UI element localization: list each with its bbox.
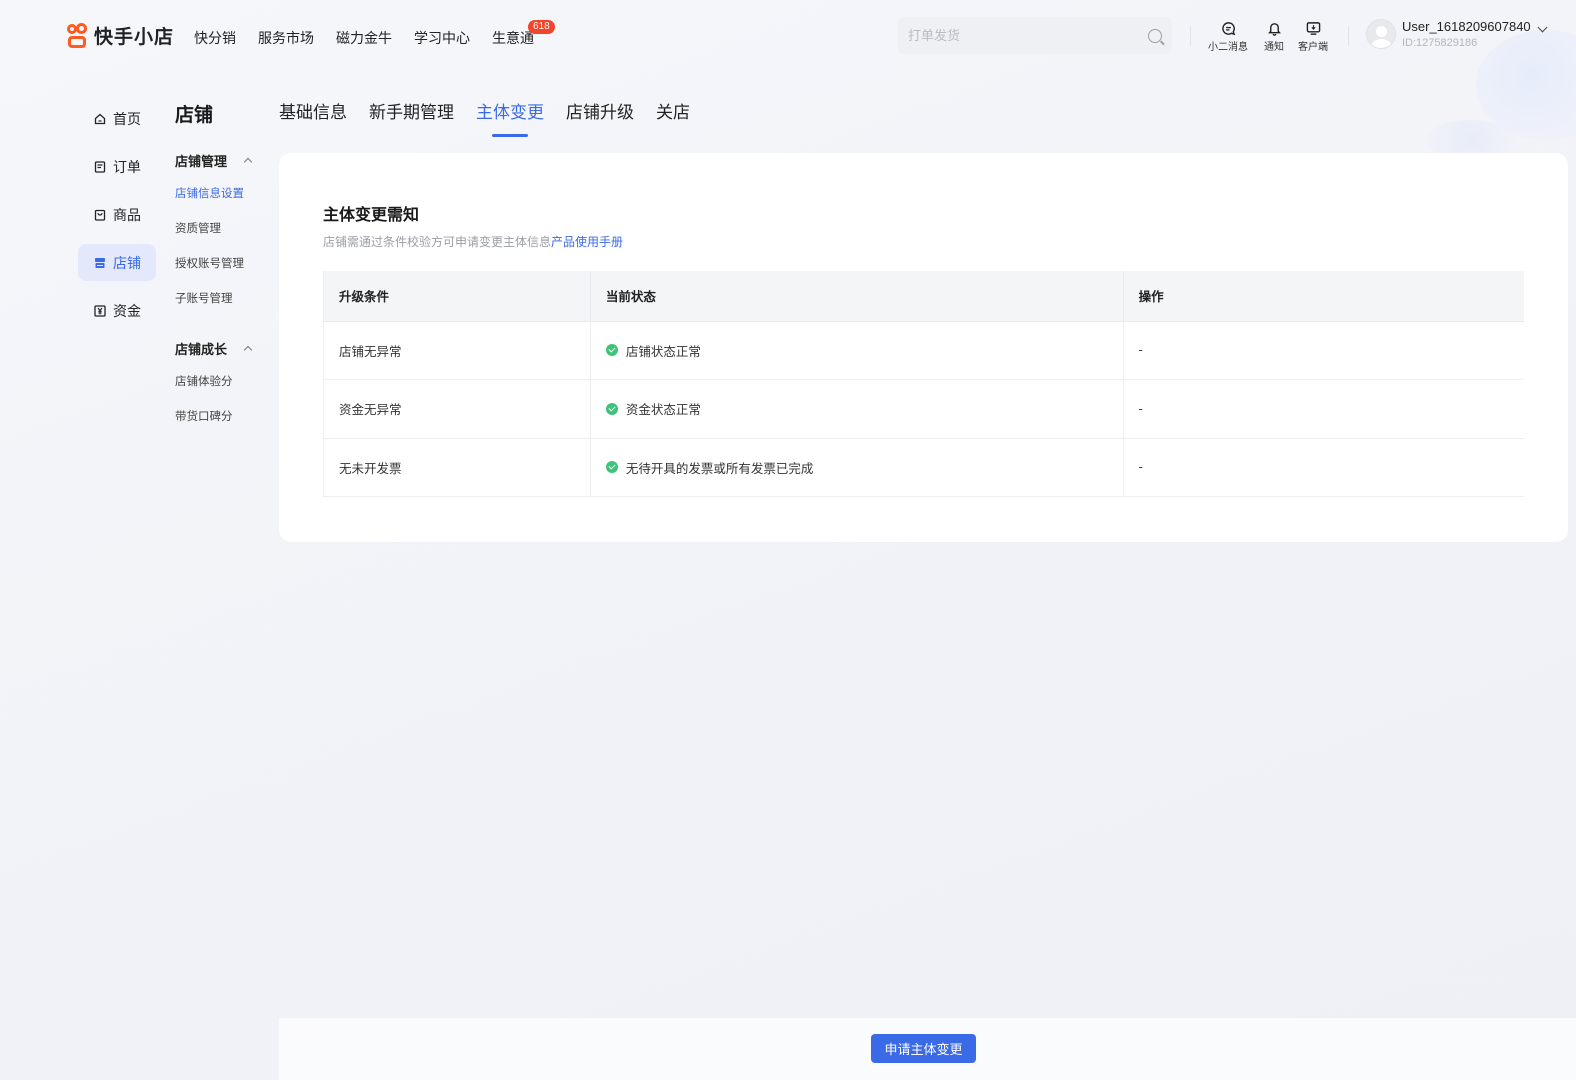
bell-icon bbox=[1266, 20, 1282, 36]
subnav-item-experience-score[interactable]: 店铺体验分 bbox=[175, 373, 275, 389]
user-name: User_1618209607840 bbox=[1402, 19, 1531, 34]
status-cell: 店铺状态正常 bbox=[590, 321, 1124, 380]
brand-logo[interactable]: 快手小店 bbox=[66, 22, 174, 49]
topnav-item-fenxiao[interactable]: 快分销 bbox=[194, 28, 236, 48]
topnav-item-cili-jinniu[interactable]: 磁力金牛 bbox=[336, 28, 392, 48]
primary-sidebar: 首页 订单 商品 店铺 资金 bbox=[78, 100, 156, 340]
condition-cell: 店铺无异常 bbox=[323, 321, 591, 380]
header-divider bbox=[1348, 26, 1349, 46]
action-cell: - bbox=[1123, 438, 1524, 497]
check-circle-icon bbox=[605, 402, 618, 415]
check-circle-icon bbox=[605, 344, 618, 357]
order-icon bbox=[94, 160, 106, 173]
bag-icon bbox=[94, 209, 106, 221]
notification-button[interactable]: 通知 bbox=[1264, 20, 1284, 53]
column-header: 当前状态 bbox=[590, 271, 1124, 322]
sidebar-item-label: 商品 bbox=[113, 206, 141, 223]
subnav-item-qualification-management[interactable]: 资质管理 bbox=[175, 220, 275, 236]
status-text: 店铺状态正常 bbox=[625, 344, 701, 359]
sidebar-item-funds[interactable]: 资金 bbox=[78, 292, 156, 329]
status-text: 资金状态正常 bbox=[625, 403, 701, 418]
topnav-item-label: 生意通 bbox=[492, 30, 534, 46]
search-input[interactable] bbox=[908, 28, 1148, 43]
topnav-item-learning-center[interactable]: 学习中心 bbox=[414, 28, 470, 48]
search-icon[interactable] bbox=[1148, 28, 1162, 43]
chevron-down-icon bbox=[1537, 22, 1548, 32]
user-menu[interactable]: User_1618209607840 ID:1275829186 bbox=[1366, 19, 1548, 49]
avatar bbox=[1366, 19, 1396, 49]
tool-label: 客户端 bbox=[1298, 42, 1328, 53]
status-text: 无待开具的发票或所有发票已完成 bbox=[625, 461, 814, 476]
store-icon bbox=[94, 257, 106, 269]
subnav-item-store-info-settings[interactable]: 店铺信息设置 bbox=[175, 185, 275, 201]
card-title: 主体变更需知 bbox=[323, 207, 420, 224]
product-manual-link[interactable]: 产品使用手册 bbox=[551, 235, 623, 249]
subnav-group-store-management[interactable]: 店铺管理 bbox=[175, 151, 253, 170]
secondary-sidebar: 店铺 店铺管理 店铺信息设置 资质管理 授权账号管理 子账号管理 店铺成长 店铺… bbox=[175, 100, 275, 443]
condition-cell: 资金无异常 bbox=[323, 379, 591, 439]
tab-bar: 基础信息 新手期管理 主体变更 店铺升级 关店 bbox=[279, 98, 712, 137]
sidebar-item-label: 首页 bbox=[113, 110, 141, 127]
conditions-table: 升级条件 当前状态 操作 店铺无异常 店铺状态正常 - 资金无异常 资金状态正常… bbox=[323, 271, 1524, 497]
description-text: 店铺需通过条件校验方可申请变更主体信息 bbox=[323, 235, 552, 249]
apply-entity-change-button[interactable]: 申请主体变更 bbox=[871, 1034, 976, 1063]
tab-close-store[interactable]: 关店 bbox=[656, 98, 690, 123]
subnav-group-label: 店铺成长 bbox=[175, 342, 228, 357]
sidebar-item-label: 店铺 bbox=[113, 254, 141, 271]
subnav-group-store-growth[interactable]: 店铺成长 bbox=[175, 339, 253, 358]
subnav-item-sub-accounts[interactable]: 子账号管理 bbox=[175, 290, 275, 306]
chevron-up-icon bbox=[243, 157, 253, 167]
tool-label: 通知 bbox=[1264, 42, 1284, 53]
chevron-up-icon bbox=[243, 345, 253, 355]
top-nav: 快分销 服务市场 磁力金牛 学习中心 生意通 618 bbox=[194, 20, 556, 48]
table-header-row: 升级条件 当前状态 操作 bbox=[323, 271, 1524, 322]
client-download-button[interactable]: 客户端 bbox=[1298, 20, 1328, 53]
search-box bbox=[898, 17, 1172, 54]
tab-basic-info[interactable]: 基础信息 bbox=[279, 98, 347, 123]
action-cell: - bbox=[1123, 379, 1524, 439]
entity-change-card: 主体变更需知 店铺需通过条件校验方可申请变更主体信息产品使用手册 升级条件 当前… bbox=[279, 153, 1568, 542]
check-circle-icon bbox=[605, 461, 618, 474]
chat-icon bbox=[1220, 20, 1236, 36]
subnav-item-authorized-accounts[interactable]: 授权账号管理 bbox=[175, 255, 275, 271]
kuaishou-logo-icon bbox=[66, 22, 88, 49]
column-header: 操作 bbox=[1123, 271, 1524, 322]
customer-service-message-button[interactable]: 小二消息 bbox=[1208, 20, 1248, 53]
status-cell: 无待开具的发票或所有发票已完成 bbox=[590, 438, 1124, 497]
condition-cell: 无未开发票 bbox=[323, 438, 591, 497]
promo-badge: 618 bbox=[528, 20, 555, 34]
subnav-group-label: 店铺管理 bbox=[175, 154, 228, 169]
status-cell: 资金状态正常 bbox=[590, 379, 1124, 439]
action-cell: - bbox=[1123, 321, 1524, 380]
table-row: 店铺无异常 店铺状态正常 - bbox=[323, 321, 1524, 380]
sidebar-item-label: 订单 bbox=[113, 158, 141, 175]
table-row: 无未开发票 无待开具的发票或所有发票已完成 - bbox=[323, 438, 1524, 497]
sidebar-item-home[interactable]: 首页 bbox=[78, 100, 156, 137]
tab-newbie-period[interactable]: 新手期管理 bbox=[369, 98, 454, 123]
column-header: 升级条件 bbox=[323, 271, 591, 322]
monitor-icon bbox=[1305, 20, 1321, 36]
sidebar-item-store[interactable]: 店铺 bbox=[78, 244, 156, 281]
footer-action-bar: 申请主体变更 bbox=[279, 1018, 1576, 1080]
header-divider bbox=[1190, 26, 1191, 46]
tab-entity-change[interactable]: 主体变更 bbox=[476, 98, 544, 137]
topnav-item-service-market[interactable]: 服务市场 bbox=[258, 28, 314, 48]
home-icon bbox=[94, 113, 106, 125]
tool-label: 小二消息 bbox=[1208, 42, 1248, 53]
yen-icon bbox=[94, 304, 106, 317]
card-description: 店铺需通过条件校验方可申请变更主体信息产品使用手册 bbox=[323, 233, 623, 250]
section-title: 店铺 bbox=[175, 105, 214, 126]
brand-name: 快手小店 bbox=[94, 27, 175, 48]
topnav-item-shengyitong[interactable]: 生意通 618 bbox=[492, 20, 555, 48]
top-header: 快手小店 快分销 服务市场 磁力金牛 学习中心 生意通 618 小二消息 通知 … bbox=[0, 0, 1576, 72]
user-id: ID:1275829186 bbox=[1402, 37, 1478, 49]
sidebar-item-orders[interactable]: 订单 bbox=[78, 148, 156, 185]
table-row: 资金无异常 资金状态正常 - bbox=[323, 379, 1524, 439]
tab-store-upgrade[interactable]: 店铺升级 bbox=[566, 98, 634, 123]
sidebar-item-label: 资金 bbox=[113, 302, 141, 319]
sidebar-item-products[interactable]: 商品 bbox=[78, 196, 156, 233]
subnav-item-reputation-score[interactable]: 带货口碑分 bbox=[175, 408, 275, 424]
